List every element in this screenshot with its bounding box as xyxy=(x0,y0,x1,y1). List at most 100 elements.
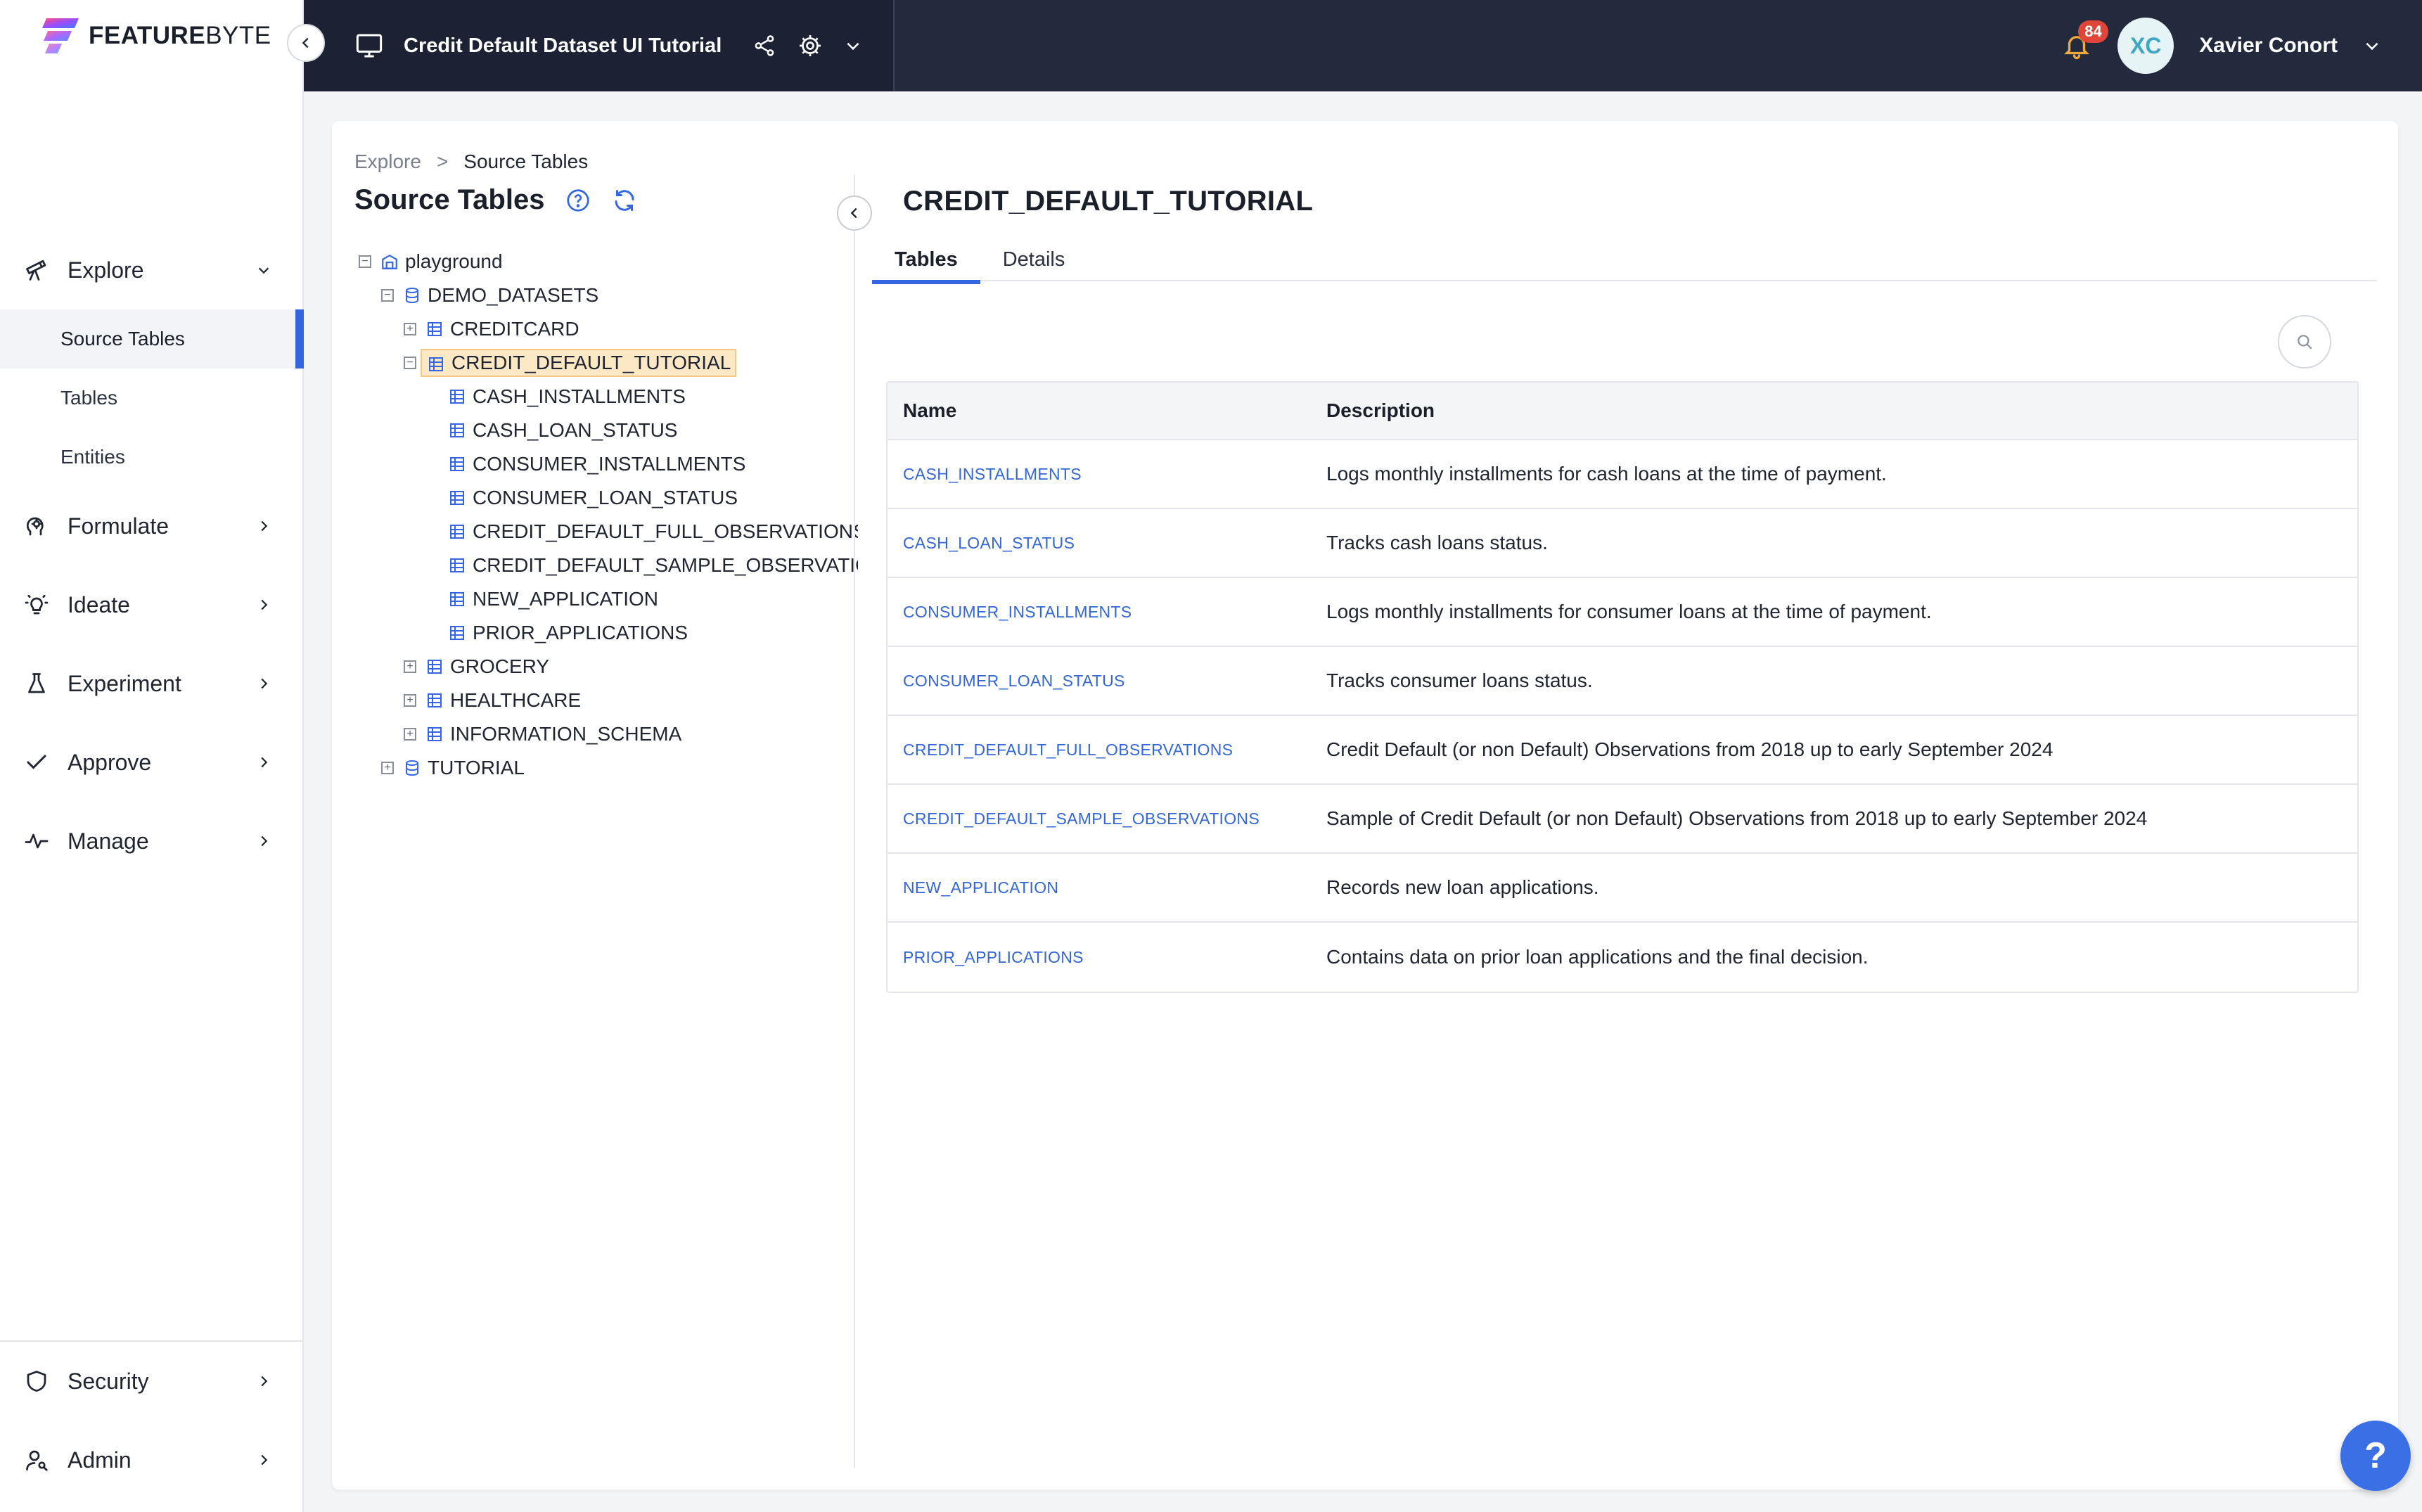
collapse-toggle[interactable]: − xyxy=(381,289,394,302)
breadcrumb: Explore > Source Tables xyxy=(354,150,588,173)
nav-label: Ideate xyxy=(68,591,130,617)
tree-node-table[interactable]: CASH_LOAN_STATUS xyxy=(359,414,858,447)
chevron-right-icon[interactable] xyxy=(256,518,271,534)
help-icon[interactable] xyxy=(565,188,591,213)
notifications-button[interactable]: 84 xyxy=(2056,20,2108,67)
avatar[interactable]: XC xyxy=(2117,18,2174,74)
sidebar-collapse-button[interactable] xyxy=(287,24,325,62)
nav-explore[interactable]: Explore xyxy=(0,231,304,309)
chevron-right-icon[interactable] xyxy=(256,1373,271,1389)
expand-toggle[interactable]: + xyxy=(404,323,416,335)
nav-label: Admin xyxy=(68,1447,132,1473)
tree-node-schema-selected[interactable]: − CREDIT_DEFAULT_TUTORIAL xyxy=(359,346,858,380)
tree-node-table[interactable]: PRIOR_APPLICATIONS xyxy=(359,616,858,650)
nav-experiment[interactable]: Experiment xyxy=(0,644,304,723)
table-name-link[interactable]: CONSUMER_INSTALLMENTS xyxy=(888,603,1326,622)
table-name-link[interactable]: NEW_APPLICATION xyxy=(888,878,1326,897)
tree-label: CONSUMER_LOAN_STATUS xyxy=(473,487,738,508)
panel-divider[interactable] xyxy=(854,174,855,1468)
nav-tables[interactable]: Tables xyxy=(0,369,304,428)
chevron-right-icon[interactable] xyxy=(256,755,271,770)
chevron-down-icon[interactable] xyxy=(2363,37,2381,55)
tree-node-schema[interactable]: + HEALTHCARE xyxy=(359,684,858,717)
table-name-link[interactable]: CASH_INSTALLMENTS xyxy=(888,465,1326,484)
table-name-link[interactable]: PRIOR_APPLICATIONS xyxy=(888,948,1326,967)
tree-node-database[interactable]: − DEMO_DATASETS xyxy=(359,278,858,312)
tree-label: NEW_APPLICATION xyxy=(473,588,658,610)
nav-manage[interactable]: Manage xyxy=(0,802,304,880)
schema-icon xyxy=(425,724,444,744)
chevron-right-icon[interactable] xyxy=(256,597,271,613)
expand-toggle[interactable]: + xyxy=(404,694,416,707)
tree-node-table[interactable]: CREDIT_DEFAULT_FULL_OBSERVATIONS xyxy=(359,515,858,549)
refresh-icon[interactable] xyxy=(612,188,637,213)
chevron-down-icon[interactable] xyxy=(844,37,862,55)
nav-formulate[interactable]: Formulate xyxy=(0,487,304,565)
table-name-link[interactable]: CREDIT_DEFAULT_SAMPLE_OBSERVATIONS xyxy=(888,809,1326,828)
table-row[interactable]: PRIOR_APPLICATIONS Contains data on prio… xyxy=(888,923,2357,992)
table-row[interactable]: CONSUMER_INSTALLMENTS Logs monthly insta… xyxy=(888,578,2357,647)
gear-icon[interactable] xyxy=(797,33,823,58)
catalog-selector[interactable]: Credit Default Dataset UI Tutorial xyxy=(304,0,895,91)
tree-node-table[interactable]: CREDIT_DEFAULT_SAMPLE_OBSERVATIONS xyxy=(359,549,858,582)
collapse-toggle[interactable]: − xyxy=(404,357,416,369)
collapse-tree-button[interactable] xyxy=(837,196,872,231)
search-icon xyxy=(2298,335,2312,350)
chevron-right-icon[interactable] xyxy=(256,1452,271,1468)
user-area: 84 XC Xavier Conort xyxy=(2056,0,2422,91)
tree-node-schema[interactable]: + INFORMATION_SCHEMA xyxy=(359,717,858,751)
table-row[interactable]: CONSUMER_LOAN_STATUS Tracks consumer loa… xyxy=(888,647,2357,716)
tree-node-schema[interactable]: + CREDITCARD xyxy=(359,312,858,346)
tree-node-table[interactable]: NEW_APPLICATION xyxy=(359,582,858,616)
tree-label: PRIOR_APPLICATIONS xyxy=(473,622,688,643)
nav-ideate[interactable]: Ideate xyxy=(0,565,304,644)
tree-label: CASH_LOAN_STATUS xyxy=(473,419,678,441)
table-row[interactable]: NEW_APPLICATION Records new loan applica… xyxy=(888,854,2357,923)
tree-label: HEALTHCARE xyxy=(450,689,582,711)
tree-label: CREDIT_DEFAULT_FULL_OBSERVATIONS xyxy=(473,520,858,542)
share-icon[interactable] xyxy=(752,34,776,58)
tree-node-database[interactable]: + TUTORIAL xyxy=(359,751,858,785)
table-row[interactable]: CASH_INSTALLMENTS Logs monthly installme… xyxy=(888,440,2357,509)
expand-toggle[interactable]: + xyxy=(381,762,394,774)
tree-node-root[interactable]: − playground xyxy=(359,245,858,278)
nav-admin[interactable]: Admin xyxy=(0,1421,304,1499)
column-header-name[interactable]: Name xyxy=(888,399,1326,422)
nav-entities[interactable]: Entities xyxy=(0,428,304,487)
collapse-toggle[interactable]: − xyxy=(359,255,371,268)
chevron-right-icon[interactable] xyxy=(256,676,271,691)
sidebar: FEATUREBYTE Explore Source Tables Tables… xyxy=(0,0,304,1512)
help-button[interactable]: ? xyxy=(2340,1421,2411,1491)
user-name[interactable]: Xavier Conort xyxy=(2199,34,2338,58)
chevron-right-icon[interactable] xyxy=(256,833,271,849)
tree-node-table[interactable]: CONSUMER_LOAN_STATUS xyxy=(359,481,858,515)
table-name-link[interactable]: CREDIT_DEFAULT_FULL_OBSERVATIONS xyxy=(888,741,1326,760)
tab-tables[interactable]: Tables xyxy=(872,238,980,284)
tree-node-table[interactable]: CASH_INSTALLMENTS xyxy=(359,380,858,414)
search-button[interactable] xyxy=(2278,315,2331,369)
table-name-link[interactable]: CONSUMER_LOAN_STATUS xyxy=(888,672,1326,691)
table-icon xyxy=(447,589,467,609)
nav-label: Manage xyxy=(68,828,149,854)
expand-toggle[interactable]: + xyxy=(404,728,416,741)
breadcrumb-explore[interactable]: Explore xyxy=(354,150,421,173)
table-icon xyxy=(447,623,467,643)
chevron-down-icon[interactable] xyxy=(256,262,271,278)
table-row[interactable]: CREDIT_DEFAULT_FULL_OBSERVATIONS Credit … xyxy=(888,716,2357,785)
nav-source-tables[interactable]: Source Tables xyxy=(0,309,304,369)
breadcrumb-separator: > xyxy=(436,150,449,172)
table-row[interactable]: CASH_LOAN_STATUS Tracks cash loans statu… xyxy=(888,509,2357,578)
chevron-left-icon xyxy=(302,37,309,49)
tab-details[interactable]: Details xyxy=(980,238,1088,281)
nav-security[interactable]: Security xyxy=(0,1342,304,1421)
chevron-left-icon xyxy=(850,207,857,219)
nav-approve[interactable]: Approve xyxy=(0,723,304,802)
table-name-link[interactable]: CASH_LOAN_STATUS xyxy=(888,534,1326,553)
tree-node-schema[interactable]: + GROCERY xyxy=(359,650,858,684)
featurebyte-logo[interactable]: FEATUREBYTE xyxy=(41,17,271,55)
expand-toggle[interactable]: + xyxy=(404,660,416,673)
nav-label: Security xyxy=(68,1368,149,1394)
tree-node-table[interactable]: CONSUMER_INSTALLMENTS xyxy=(359,447,858,481)
table-row[interactable]: CREDIT_DEFAULT_SAMPLE_OBSERVATIONS Sampl… xyxy=(888,785,2357,854)
column-header-description[interactable]: Description xyxy=(1326,399,2357,422)
